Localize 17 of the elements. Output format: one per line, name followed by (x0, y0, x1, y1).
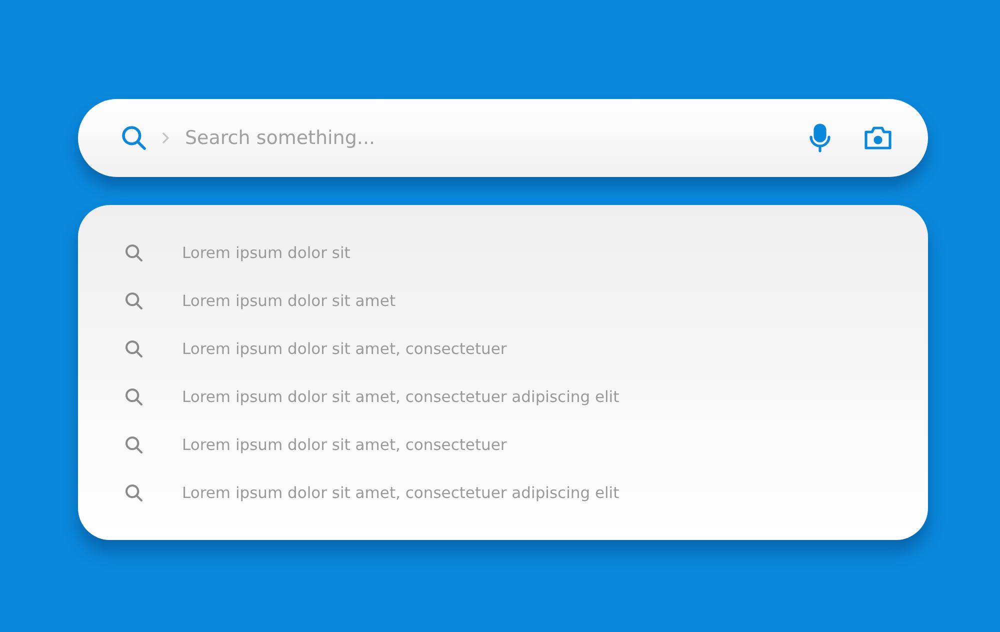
chevron-icon (162, 132, 169, 144)
search-icon (124, 435, 144, 455)
suggestion-item[interactable]: Lorem ipsum dolor sit amet, consectetuer adipiscing elit (182, 388, 620, 406)
suggestion-item[interactable]: Lorem ipsum dolor sit amet, consectetuer adipiscing elit (182, 484, 620, 502)
suggestion-item[interactable]: Lorem ipsum dolor sit amet, consectetuer (182, 436, 507, 454)
search-icon (124, 339, 144, 359)
search-icon (124, 291, 144, 311)
suggestion-item[interactable]: Lorem ipsum dolor sit amet (182, 292, 396, 310)
search-icon (120, 124, 148, 152)
search-icon (124, 243, 144, 263)
suggestion-item[interactable]: Lorem ipsum dolor sit (182, 244, 350, 262)
suggestion-item[interactable]: Lorem ipsum dolor sit amet, consectetuer (182, 340, 507, 358)
search-icon (124, 483, 144, 503)
camera-button[interactable] (862, 124, 894, 152)
search-field[interactable]: Search something... (183, 126, 794, 150)
search-icon (124, 387, 144, 407)
microphone-button[interactable] (808, 123, 832, 153)
